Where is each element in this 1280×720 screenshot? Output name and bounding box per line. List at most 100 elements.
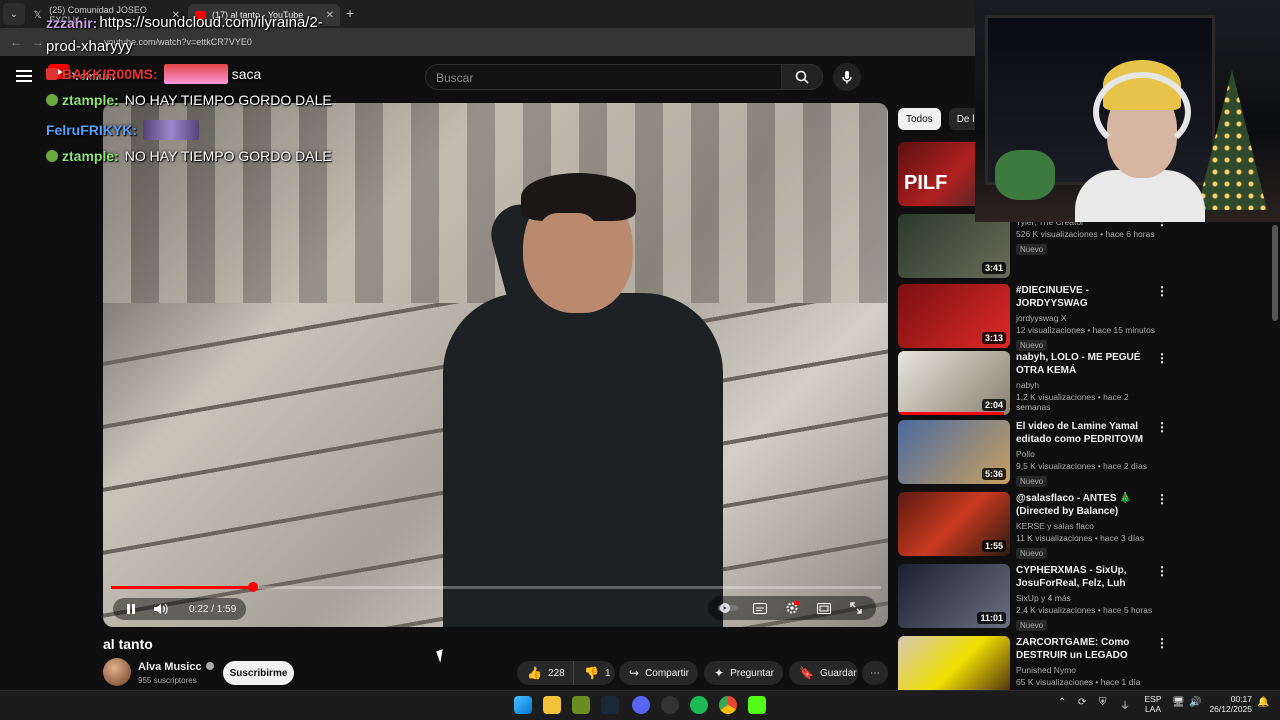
- channel-name[interactable]: Alva Musicc: [138, 661, 202, 673]
- settings-button[interactable]: [780, 597, 804, 619]
- thumbnail[interactable]: 11:01: [898, 564, 1010, 628]
- thumbnail[interactable]: 1:55: [898, 492, 1010, 556]
- progress-knob[interactable]: [248, 582, 259, 592]
- video-meta: CYPHERXMAS - SixUp, JosuForReal, Felz, L…: [1016, 564, 1156, 633]
- github-icon[interactable]: [661, 696, 679, 714]
- thumbnail[interactable]: 3:13: [898, 284, 1010, 348]
- back-icon[interactable]: ←: [10, 35, 22, 49]
- thumbnail-text: PILF: [904, 172, 948, 194]
- progress-played: [111, 586, 254, 589]
- plush-toy: [995, 150, 1055, 200]
- shield-icon[interactable]: ⛨: [1099, 697, 1107, 708]
- more-vert-icon[interactable]: ⋮: [1156, 351, 1168, 365]
- recommendation-title[interactable]: #DIECINUEVE - JORDYYSWAG: [1016, 284, 1156, 310]
- volume-button[interactable]: [149, 598, 173, 620]
- like-button[interactable]: 👍 228: [517, 661, 573, 685]
- chat-message: BAKKIR00MS: saca: [46, 64, 261, 84]
- recommendation-item[interactable]: 1:55 @salasflaco - ANTES 🎄 (Directed by …: [898, 492, 1168, 559]
- sync-icon[interactable]: ⟳: [1078, 697, 1086, 708]
- new-tab-icon[interactable]: +: [346, 5, 354, 21]
- recommendation-item[interactable]: 2:04 nabyh, LOLO - ME PEGUÉ OTRA KEMÁ na…: [898, 351, 1168, 415]
- recommendation-title[interactable]: nabyh, LOLO - ME PEGUÉ OTRA KEMÁ: [1016, 351, 1156, 377]
- language-indicator[interactable]: ESP LAA: [1142, 694, 1164, 714]
- recommendation-channel[interactable]: jordyyswag X: [1016, 313, 1156, 323]
- recommendation-channel[interactable]: Punished Nymo: [1016, 665, 1156, 675]
- recommendation-channel[interactable]: SixUp y 4 más: [1016, 593, 1156, 603]
- tab-list-button[interactable]: ⌄: [3, 3, 25, 25]
- sparkle-icon: ✦: [714, 666, 725, 680]
- chrome-icon[interactable]: [719, 696, 737, 714]
- tray-chevron-icon[interactable]: ⌃: [1058, 697, 1066, 708]
- miniplayer-icon: [817, 602, 831, 614]
- video-player[interactable]: [103, 103, 888, 627]
- more-vert-icon[interactable]: ⋮: [1156, 492, 1168, 506]
- share-button[interactable]: ↪ Compartir: [619, 661, 698, 685]
- video-meta: @salasflaco - ANTES 🎄 (Directed by Balan…: [1016, 492, 1156, 561]
- thumbnail[interactable]: 5:36: [898, 420, 1010, 484]
- menu-icon[interactable]: [16, 70, 32, 82]
- close-tab-icon[interactable]: ✕: [326, 10, 334, 21]
- right-controls: [708, 596, 876, 620]
- chip-all[interactable]: Todos: [898, 108, 941, 130]
- recommendation-stats: 65 K visualizaciones • hace 1 día: [1016, 677, 1141, 687]
- channel-avatar[interactable]: [103, 658, 131, 686]
- steam-icon[interactable]: [601, 696, 619, 714]
- recommendation-channel[interactable]: Pollo: [1016, 449, 1156, 459]
- progress-bar[interactable]: [111, 582, 881, 592]
- volume-tray-icon[interactable]: 🔊: [1189, 697, 1201, 708]
- thumbnail[interactable]: 3:41: [898, 214, 1010, 278]
- recommendation-stats: 9,5 K visualizaciones • hace 2 días: [1016, 461, 1148, 471]
- usb-icon[interactable]: ⏚: [1120, 697, 1130, 712]
- sidebar-scrollbar[interactable]: [1272, 225, 1278, 321]
- recommendation-item[interactable]: 3:13 #DIECINUEVE - JORDYYSWAG jordyyswag…: [898, 284, 1168, 351]
- more-vert-icon[interactable]: ⋮: [1156, 636, 1168, 650]
- file-explorer-icon[interactable]: [543, 696, 561, 714]
- chat-message: ztample: NO HAY TIEMPO GORDO DALE: [46, 92, 332, 108]
- spotify-icon[interactable]: [690, 696, 708, 714]
- search-button[interactable]: [781, 64, 823, 90]
- subscribe-button[interactable]: Suscribirme: [223, 661, 294, 685]
- share-icon: ↪: [629, 666, 640, 680]
- recommendation-title[interactable]: @salasflaco - ANTES 🎄 (Directed by Balan…: [1016, 492, 1156, 518]
- subtitles-icon: [753, 602, 767, 614]
- recommendation-title[interactable]: CYPHERXMAS - SixUp, JosuForReal, Felz, L…: [1016, 564, 1156, 590]
- network-icon[interactable]: 🖥: [1172, 697, 1185, 708]
- save-button[interactable]: 🔖 Guardar: [789, 661, 858, 685]
- discord-icon[interactable]: [632, 696, 650, 714]
- forward-icon[interactable]: →: [32, 35, 44, 49]
- recommendation-item[interactable]: 11:01 CYPHERXMAS - SixUp, JosuForReal, F…: [898, 564, 1168, 631]
- miniplayer-button[interactable]: [812, 597, 836, 619]
- recommendation-item[interactable]: 5:36 El video de Lamine Yamal editado co…: [898, 420, 1168, 487]
- more-vert-icon[interactable]: ⋮: [1156, 420, 1168, 434]
- more-icon: ⋯: [870, 667, 880, 679]
- recommendation-stats: 11 K visualizaciones • hace 3 días: [1016, 533, 1145, 543]
- notification-icon[interactable]: 🔔: [1257, 697, 1269, 708]
- system-clock[interactable]: 00:17 26/12/2025: [1208, 694, 1252, 714]
- recommendation-title[interactable]: El video de Lamine Yamal editado como PE…: [1016, 420, 1156, 446]
- video-duration: 2:04: [981, 399, 1006, 411]
- webcam-overlay: [975, 0, 1280, 222]
- subtitles-button[interactable]: [748, 597, 772, 619]
- channel-name-row[interactable]: Alva Musicc: [138, 661, 214, 673]
- dislike-button[interactable]: 👎 1: [573, 661, 615, 685]
- fullscreen-button[interactable]: [844, 597, 868, 619]
- autoplay-toggle[interactable]: [716, 597, 740, 619]
- chat-message: zzzahir: https://soundcloud.com/ilyraina…: [46, 14, 323, 31]
- minecraft-icon[interactable]: [572, 696, 590, 714]
- recommendation-title[interactable]: ZARCORTGAME: Como DESTRUIR un LEGADO: [1016, 636, 1156, 662]
- recommendation-channel[interactable]: nabyh: [1016, 380, 1156, 390]
- recommendation-item[interactable]: 3:41 Tyler, The Creator 526 K visualizac…: [898, 214, 1168, 278]
- ask-button[interactable]: ✦ Preguntar: [704, 661, 783, 685]
- recommendation-channel[interactable]: KERSE y salas flaco: [1016, 521, 1156, 531]
- more-vert-icon[interactable]: ⋮: [1156, 564, 1168, 578]
- voice-search-button[interactable]: [833, 63, 861, 91]
- more-vert-icon[interactable]: ⋮: [1156, 284, 1168, 298]
- autoplay-icon: [718, 603, 738, 613]
- search-input[interactable]: Buscar: [425, 64, 782, 90]
- thumbs-up-icon: 👍: [527, 666, 542, 680]
- more-actions-button[interactable]: ⋯: [862, 661, 888, 685]
- thumbnail[interactable]: 2:04: [898, 351, 1010, 415]
- kick-icon[interactable]: [748, 696, 766, 714]
- windows-start-icon[interactable]: [514, 696, 532, 714]
- pause-button[interactable]: [119, 598, 143, 620]
